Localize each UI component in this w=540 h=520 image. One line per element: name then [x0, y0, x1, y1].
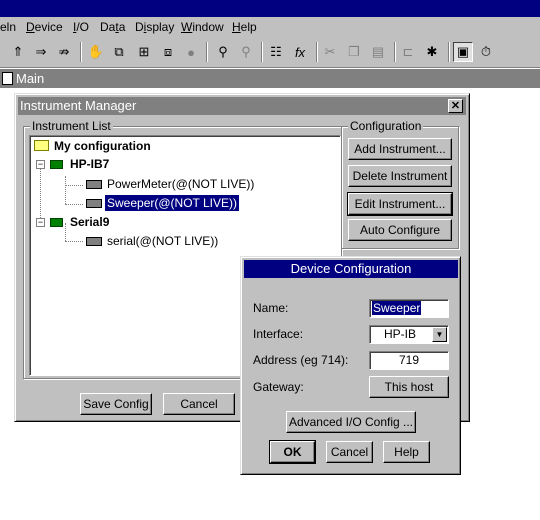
interface-value: HP-IB — [383, 327, 416, 341]
panel-icon[interactable]: ▣ — [453, 42, 473, 62]
menu-data[interactable]: Data — [100, 20, 125, 34]
move-icon[interactable]: ⊞ — [134, 42, 154, 62]
name-label: Name: — [253, 301, 289, 315]
tree-item-powermeter[interactable]: PowerMeter(@(NOT LIVE)) — [32, 176, 272, 192]
copy-edit-icon[interactable]: ❐ — [344, 42, 364, 62]
hand-icon[interactable]: ✋ — [86, 42, 106, 62]
tree-item-serial-label: Serial9 — [70, 215, 110, 229]
document-icon — [2, 72, 13, 85]
circle-icon[interactable]: ● — [181, 42, 201, 62]
cut-icon[interactable]: ✂ — [320, 42, 340, 62]
find-icon[interactable]: ⚲ — [213, 42, 233, 62]
save-config-button[interactable]: Save Config — [80, 393, 152, 415]
address-label: Address (eg 714): — [253, 353, 349, 367]
instrument-manager-title: Instrument Manager — [20, 98, 137, 113]
toolbar-separator — [80, 42, 82, 62]
formula-icon[interactable]: fx — [290, 42, 310, 62]
gateway-label: Gateway: — [253, 380, 304, 394]
save-icon[interactable]: ⇒ — [31, 42, 51, 62]
main-window-title: Main — [0, 69, 540, 88]
tree-item-sweeper[interactable]: Sweeper(@(NOT LIVE)) — [32, 195, 272, 211]
paste-icon[interactable]: ▤ — [368, 42, 388, 62]
open-icon[interactable]: ⇑ — [8, 42, 28, 62]
collapse-icon[interactable]: − — [36, 218, 45, 227]
interface-card-icon — [50, 160, 63, 169]
name-value: Sweeper — [372, 301, 422, 315]
auto-configure-button[interactable]: Auto Configure — [348, 219, 452, 241]
cancel-dialog-button[interactable]: Cancel — [326, 441, 373, 463]
help-button[interactable]: Help — [383, 441, 430, 463]
instrument-list-label: Instrument List — [30, 119, 113, 133]
delete-instrument-button[interactable]: Delete Instrument — [348, 165, 452, 187]
tree-item-serial-instrument[interactable]: serial(@(NOT LIVE)) — [32, 233, 272, 249]
toolbar-separator — [261, 42, 263, 62]
find-next-icon[interactable]: ⚲ — [236, 42, 256, 62]
ok-button[interactable]: OK — [269, 440, 316, 464]
advanced-io-config-button[interactable]: Advanced I/O Config ... — [286, 411, 416, 433]
configuration-label: Configuration — [348, 119, 424, 133]
timer-icon[interactable]: ⏱ — [476, 42, 496, 62]
tree-item-hpib[interactable]: − HP-IB7 — [32, 156, 172, 172]
tree-item-powermeter-label: PowerMeter(@(NOT LIVE)) — [107, 177, 255, 191]
instrument-icon — [86, 237, 102, 246]
toolbar-separator — [206, 42, 208, 62]
toolbar-separator — [448, 42, 450, 62]
interface-select[interactable]: HP-IB ▼ — [369, 325, 449, 344]
dropdown-arrow-icon[interactable]: ▼ — [432, 327, 447, 342]
instrument-icon — [86, 199, 102, 208]
tree-root-label: My configuration — [54, 139, 151, 153]
toolbar: ⇑ ⇒ ⇏ ✋ ⧉ ⊞ ⧈ ● ⚲ ⚲ ☷ fx ✂ ❐ ▤ ⊏ ✱ ▣ ⏱ — [0, 38, 540, 68]
address-field[interactable]: 719 — [369, 351, 449, 370]
clone-icon[interactable]: ⧈ — [158, 42, 178, 62]
save-as-icon[interactable]: ⇏ — [54, 42, 74, 62]
menu-io[interactable]: I/O — [73, 20, 89, 34]
tree-item-serial[interactable]: − Serial9 — [32, 214, 172, 230]
tree-item-serial-instrument-label: serial(@(NOT LIVE)) — [107, 234, 219, 248]
copy-icon[interactable]: ⧉ — [109, 42, 129, 62]
menu-eln[interactable]: eln — [0, 20, 16, 34]
main-window-label: Main — [16, 71, 45, 86]
app-title-bar — [0, 0, 540, 17]
edit-instrument-button[interactable]: Edit Instrument... — [347, 192, 453, 216]
debug-icon[interactable]: ✱ — [422, 42, 442, 62]
menu-display[interactable]: Display — [135, 20, 174, 34]
menu-window[interactable]: Window — [181, 20, 224, 34]
folder-icon — [34, 140, 49, 151]
device-configuration-title[interactable]: Device Configuration — [244, 260, 458, 278]
toolbar-separator — [394, 42, 396, 62]
device-configuration-dialog: Device Configuration Name: Sweeper Inter… — [240, 256, 461, 475]
instrument-manager-title-bar[interactable]: Instrument Manager ✕ — [18, 97, 466, 115]
add-instrument-button[interactable]: Add Instrument... — [348, 138, 452, 160]
name-field[interactable]: Sweeper — [369, 299, 449, 318]
toolbar-separator — [316, 42, 318, 62]
menu-help[interactable]: Help — [232, 20, 257, 34]
interface-card-icon — [50, 218, 63, 227]
collapse-icon[interactable]: − — [36, 160, 45, 169]
close-icon[interactable]: ✕ — [448, 99, 463, 113]
tree-item-sweeper-label: Sweeper(@(NOT LIVE)) — [105, 195, 239, 211]
gateway-button[interactable]: This host — [369, 376, 449, 398]
menu-bar: eln Device I/O Data Display Window Help — [0, 17, 540, 38]
menu-device[interactable]: Device — [26, 20, 63, 34]
connect-icon[interactable]: ⊏ — [398, 42, 418, 62]
tree-item-hpib-label: HP-IB7 — [70, 157, 110, 171]
cancel-button[interactable]: Cancel — [163, 393, 235, 415]
instrument-icon — [86, 180, 102, 189]
interface-label: Interface: — [253, 327, 304, 341]
properties-icon[interactable]: ☷ — [266, 42, 286, 62]
